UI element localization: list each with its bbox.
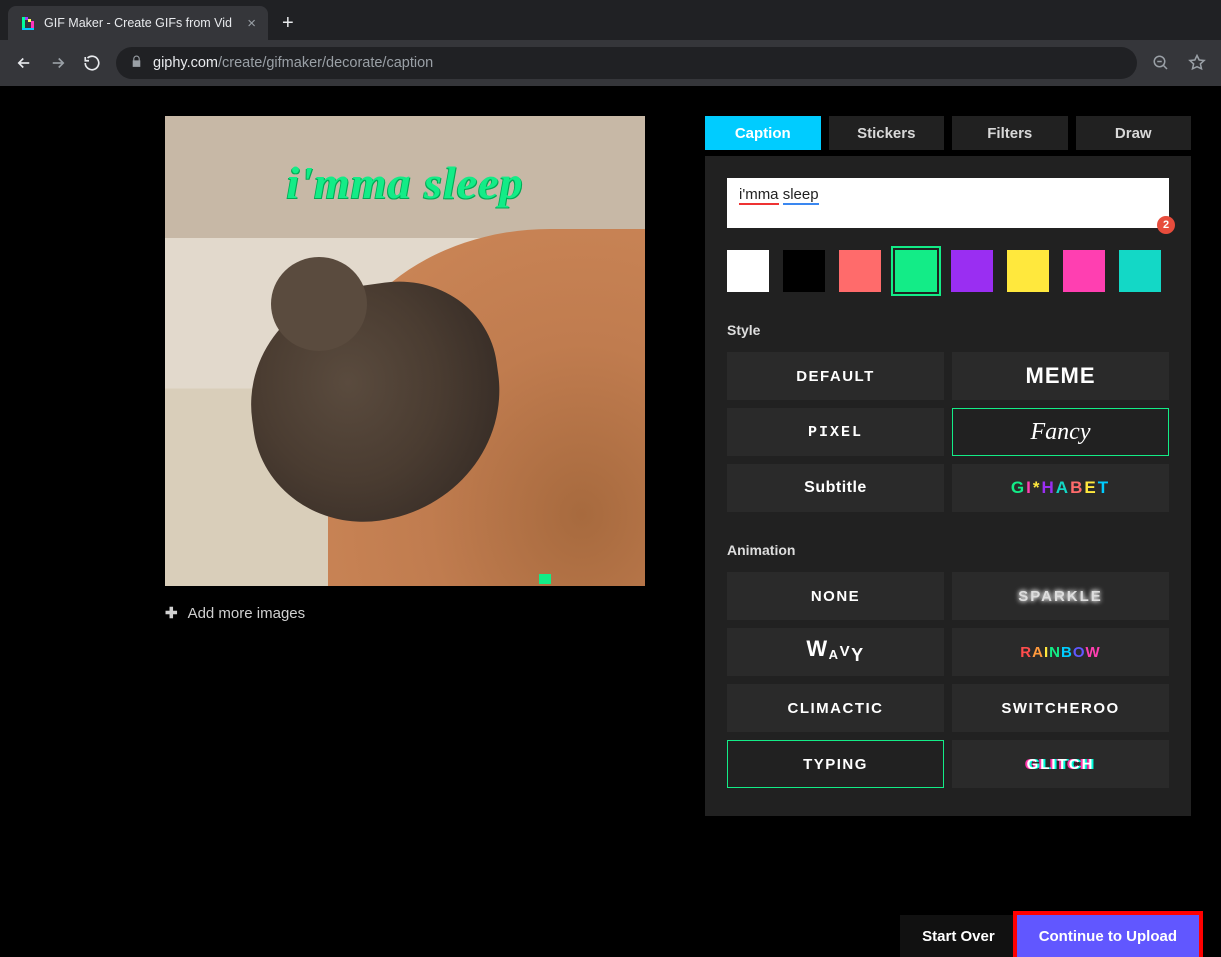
- preview-cat-head: [271, 257, 367, 351]
- style-option-subtitle[interactable]: Subtitle: [727, 464, 944, 512]
- color-swatch-purple[interactable]: [951, 250, 993, 292]
- color-swatch-yellow[interactable]: [1007, 250, 1049, 292]
- style-options: DEFAULT MEME PIXEL Fancy Subtitle GI*HAB…: [727, 352, 1169, 512]
- giphabet-text: GI*HABET: [1011, 478, 1110, 498]
- animation-section-label: Animation: [727, 542, 1169, 558]
- animation-options: NONE SPARKLE WAVY RAINBOW CLIMACTIC SWIT…: [727, 572, 1169, 788]
- tab-title: GIF Maker - Create GIFs from Vid: [44, 16, 239, 30]
- add-more-label: Add more images: [188, 605, 306, 622]
- zoom-icon[interactable]: [1151, 53, 1171, 73]
- animation-option-typing[interactable]: TYPING: [727, 740, 944, 788]
- browser-toolbar: giphy.com/create/gifmaker/decorate/capti…: [0, 40, 1221, 86]
- tab-stickers[interactable]: Stickers: [829, 116, 945, 150]
- preview-caption-text[interactable]: i'mma sleep: [165, 156, 645, 209]
- animation-option-wavy[interactable]: WAVY: [727, 628, 944, 676]
- caption-input[interactable]: i'mma sleep: [727, 178, 1169, 228]
- tab-filters[interactable]: Filters: [952, 116, 1068, 150]
- animation-option-glitch[interactable]: GLITCH: [952, 740, 1169, 788]
- giphy-favicon-icon: [20, 15, 36, 31]
- animation-option-none[interactable]: NONE: [727, 572, 944, 620]
- timeline-marker[interactable]: [539, 574, 551, 584]
- style-option-fancy[interactable]: Fancy: [952, 408, 1169, 456]
- star-icon[interactable]: [1187, 53, 1207, 73]
- color-swatch-green[interactable]: [895, 250, 937, 292]
- tab-strip: GIF Maker - Create GIFs from Vid × +: [0, 0, 1221, 40]
- style-section-label: Style: [727, 322, 1169, 338]
- close-tab-icon[interactable]: ×: [247, 16, 256, 31]
- decorate-tabs: Caption Stickers Filters Draw: [705, 116, 1191, 150]
- style-option-meme[interactable]: MEME: [952, 352, 1169, 400]
- style-option-default[interactable]: DEFAULT: [727, 352, 944, 400]
- caption-count-badge: 2: [1157, 216, 1175, 234]
- add-more-images-button[interactable]: ✚ Add more images: [165, 604, 645, 622]
- color-swatch-pink[interactable]: [1063, 250, 1105, 292]
- plus-icon: ✚: [165, 604, 178, 622]
- color-swatches: [727, 250, 1169, 292]
- forward-button: [48, 53, 68, 73]
- continue-to-upload-button[interactable]: Continue to Upload: [1017, 915, 1199, 957]
- browser-tab[interactable]: GIF Maker - Create GIFs from Vid ×: [8, 6, 268, 40]
- start-over-button[interactable]: Start Over: [900, 915, 1017, 957]
- animation-option-climactic[interactable]: CLIMACTIC: [727, 684, 944, 732]
- address-bar[interactable]: giphy.com/create/gifmaker/decorate/capti…: [116, 47, 1137, 79]
- color-swatch-black[interactable]: [783, 250, 825, 292]
- gif-preview[interactable]: i'mma sleep: [165, 116, 645, 586]
- animation-option-rainbow[interactable]: RAINBOW: [952, 628, 1169, 676]
- lock-icon: [130, 55, 143, 71]
- style-option-pixel[interactable]: PIXEL: [727, 408, 944, 456]
- tab-draw[interactable]: Draw: [1076, 116, 1192, 150]
- animation-option-sparkle[interactable]: SPARKLE: [952, 572, 1169, 620]
- back-button[interactable]: [14, 53, 34, 73]
- color-swatch-teal[interactable]: [1119, 250, 1161, 292]
- style-option-giphabet[interactable]: GI*HABET: [952, 464, 1169, 512]
- url-text: giphy.com/create/gifmaker/decorate/capti…: [153, 55, 433, 71]
- color-swatch-white[interactable]: [727, 250, 769, 292]
- animation-option-switcheroo[interactable]: SWITCHEROO: [952, 684, 1169, 732]
- new-tab-button[interactable]: +: [282, 12, 294, 35]
- color-swatch-red[interactable]: [839, 250, 881, 292]
- footer-buttons: Start Over Continue to Upload: [900, 915, 1199, 957]
- tab-caption[interactable]: Caption: [705, 116, 821, 150]
- caption-editor-panel: i'mma sleep 2 Style DEFAULT MEME PIXEL F…: [705, 156, 1191, 816]
- reload-button[interactable]: [82, 53, 102, 73]
